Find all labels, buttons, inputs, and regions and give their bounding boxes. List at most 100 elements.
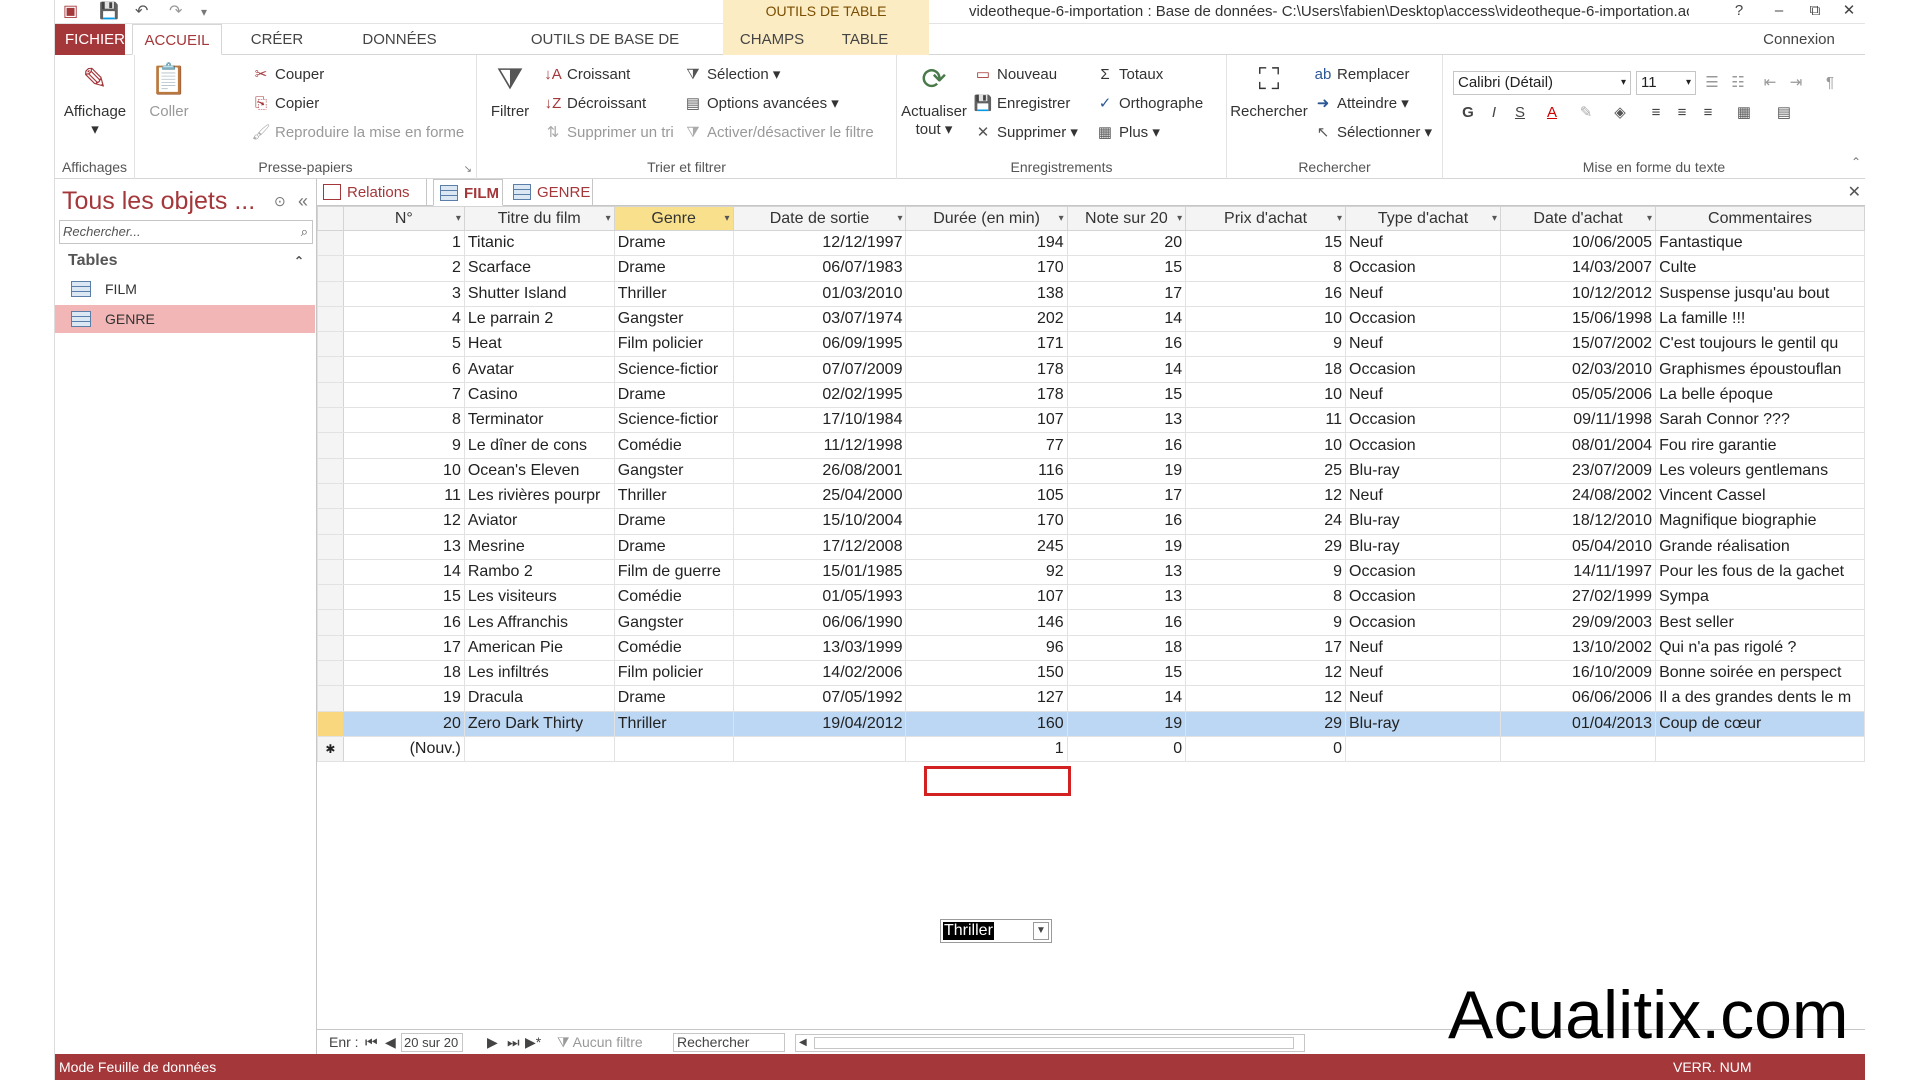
table-cell[interactable]: Thriller [613,280,734,307]
table-cell[interactable]: 15 [1066,381,1187,409]
table-cell[interactable]: Comédie [613,634,734,662]
table-cell[interactable]: 13/10/2002 [1500,634,1657,662]
first-record-icon[interactable]: ⏮ [365,1030,378,1055]
font-color-icon[interactable]: A [1541,102,1563,124]
table-cell[interactable]: 1 [905,735,1068,763]
table-cell[interactable]: 5 [342,331,465,358]
table-cell[interactable]: 178 [905,381,1068,409]
copier-button[interactable]: ⎘ Copier [251,93,319,115]
table-cell[interactable]: 160 [905,710,1068,737]
table-cell[interactable]: 02/03/2010 [1500,356,1657,383]
table-cell[interactable]: 10 [1185,305,1346,333]
table-cell[interactable]: 13 [1066,558,1187,586]
table-cell[interactable]: La belle époque [1655,381,1865,409]
table-row[interactable]: 13 Mesrine Drame 17/12/2008 245 19 29 Blu-ray 05… [317,533,1865,560]
chevron-down-icon[interactable]: ▾ [1647,208,1652,230]
record-selector[interactable] [317,229,344,257]
tab-champs[interactable]: CHAMPS [727,24,817,55]
table-cell[interactable]: Occasion [1344,255,1502,282]
undo-icon[interactable]: ↶ [135,2,148,22]
table-cell[interactable]: Sarah Connor ??? [1655,407,1865,434]
highlight-icon[interactable]: ✎ [1575,102,1597,124]
table-cell[interactable]: 16 [1066,331,1187,358]
record-selector[interactable] [317,558,344,586]
record-selector[interactable] [317,305,344,333]
customize-toolbar-icon[interactable]: ▾ [201,2,207,22]
table-cell[interactable]: Neuf [1344,381,1502,409]
table-cell[interactable]: 4 [342,305,465,333]
table-cell[interactable]: 12 [1185,660,1346,687]
supprimer-tri-button[interactable]: ⇅ Supprimer un tri [543,122,674,144]
table-cell[interactable]: 14/02/2006 [732,660,907,687]
selection-button[interactable]: ⧩ Sélection ▾ [683,64,780,86]
record-selector[interactable] [317,660,344,687]
table-row[interactable]: 20 Zero Dark Thirty Thriller 19/04/2012 160 1… [317,710,1865,737]
table-cell[interactable]: 03/07/1974 [732,305,907,333]
table-cell[interactable]: 11/12/1998 [732,432,907,459]
table-cell[interactable]: Fantastique [1655,229,1865,257]
table-cell[interactable]: 19 [1066,533,1187,560]
record-selector[interactable] [317,533,344,560]
tab-donnees-externes[interactable]: DONNÉES EXTERNES [317,24,482,79]
table-cell[interactable]: 9 [1185,558,1346,586]
table-cell[interactable]: Ocean's Eleven [463,457,615,484]
bold-icon[interactable]: G [1457,102,1479,124]
table-row[interactable]: 15 Les visiteurs Comédie 01/05/1993 107 13 8 Oc… [317,584,1865,611]
table-cell[interactable]: 16 [1066,609,1187,636]
table-cell[interactable]: Fou rire garantie [1655,432,1865,459]
orthographe-button[interactable]: ✓ Orthographe [1095,93,1204,115]
table-cell[interactable]: 06/06/2006 [1500,685,1657,712]
table-cell[interactable]: 14 [1066,305,1187,333]
table-cell[interactable]: 29 [1185,710,1346,737]
chevron-down-icon[interactable]: ▾ [1059,208,1064,230]
table-cell[interactable]: 17/10/1984 [732,407,907,434]
table-row[interactable]: 3 Shutter Island Thriller 01/03/2010 138 17 16… [317,280,1865,307]
table-cell[interactable] [1500,735,1657,763]
reproduire-mise-en-forme-button[interactable]: 🖌 Reproduire la mise en forme [251,122,464,144]
table-cell[interactable]: American Pie [463,634,615,662]
record-selector[interactable] [317,432,344,459]
table-cell[interactable]: Film policier [613,331,734,358]
text-direction-icon[interactable]: ¶ [1819,72,1841,94]
table-cell[interactable]: 19/04/2012 [732,710,907,737]
table-cell[interactable]: Blu-ray [1344,710,1502,737]
table-cell[interactable]: Neuf [1344,685,1502,712]
remplacer-button[interactable]: ab Remplacer [1313,64,1410,86]
table-cell[interactable]: Occasion [1344,558,1502,586]
table-cell[interactable]: Drame [613,508,734,535]
chevron-down-icon[interactable]: ▾ [456,208,461,230]
record-selector[interactable] [317,457,344,484]
table-cell[interactable]: Rambo 2 [463,558,615,586]
table-cell[interactable]: 7 [342,381,465,409]
table-cell[interactable]: 05/04/2010 [1500,533,1657,560]
record-selector[interactable] [317,584,344,611]
table-cell[interactable]: 19 [342,685,465,712]
table-cell[interactable]: 25 [1185,457,1346,484]
plus-button[interactable]: ▦ Plus ▾ [1095,122,1160,144]
selectionner-button[interactable]: ↖ Sélectionner ▾ [1313,122,1432,144]
column-header[interactable]: Commentaires [1655,206,1865,231]
new-record-row[interactable]: ✱ (Nouv.) 1 0 0 [317,735,1865,763]
table-cell[interactable]: 138 [905,280,1068,307]
table-cell[interactable]: 16 [342,609,465,636]
table-cell[interactable]: 16/10/2009 [1500,660,1657,687]
table-cell[interactable]: 15/07/2002 [1500,331,1657,358]
font-name-select[interactable]: Calibri (Détail) ▾ [1453,71,1631,95]
table-cell[interactable]: 10/12/2012 [1500,280,1657,307]
column-header[interactable]: Genre ▾ [613,206,734,231]
table-row[interactable]: 8 Terminator Science-fictior 17/10/1984 107 1… [317,407,1865,434]
fill-color-icon[interactable]: ◈ [1609,102,1631,124]
table-cell[interactable]: 19 [1066,710,1187,737]
table-cell[interactable]: Blu-ray [1344,457,1502,484]
totaux-button[interactable]: Σ Totaux [1095,64,1163,86]
genre-combo-editor[interactable]: Thriller ▼ [940,919,1052,943]
table-cell[interactable]: 18/12/2010 [1500,508,1657,535]
record-search-input[interactable]: Rechercher [673,1033,785,1052]
chevron-down-icon[interactable]: ▾ [1337,208,1342,230]
table-cell[interactable]: Heat [463,331,615,358]
table-cell[interactable]: 12 [1185,685,1346,712]
table-cell[interactable]: 8 [1185,584,1346,611]
table-cell[interactable]: Occasion [1344,305,1502,333]
table-cell[interactable]: 25/04/2000 [732,482,907,510]
table-cell[interactable]: 14 [1066,356,1187,383]
